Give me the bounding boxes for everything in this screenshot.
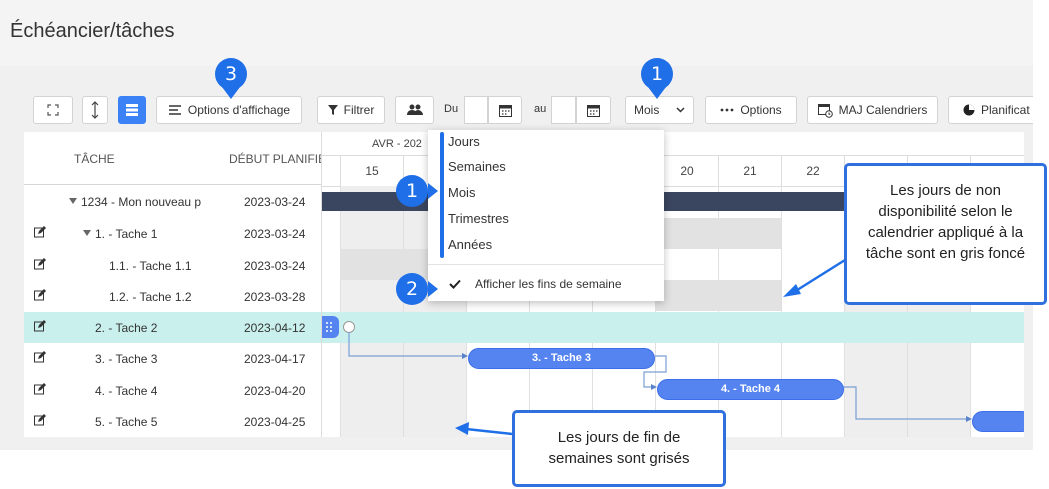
badge-pointer bbox=[428, 183, 438, 199]
badge-pointer bbox=[428, 281, 438, 297]
callout-unavailable-text: Les jours de non disponibilité selon le … bbox=[865, 182, 1026, 262]
badge-display-options: 3 bbox=[215, 58, 247, 90]
callout-weekends-text: Les jours de fin de semaines sont grisés bbox=[548, 429, 690, 467]
badge-zoom-select: 1 bbox=[641, 58, 673, 90]
badge-dropdown: 1 bbox=[396, 175, 428, 207]
callout-unavailable-days: Les jours de non disponibilité selon le … bbox=[844, 163, 1047, 305]
callout-weekend-days: Les jours de fin de semaines sont grisés bbox=[512, 410, 726, 487]
badge-weekends: 2 bbox=[396, 273, 428, 305]
app-window: Échéancier/tâches Options d'affichage Fi… bbox=[0, 0, 1049, 489]
